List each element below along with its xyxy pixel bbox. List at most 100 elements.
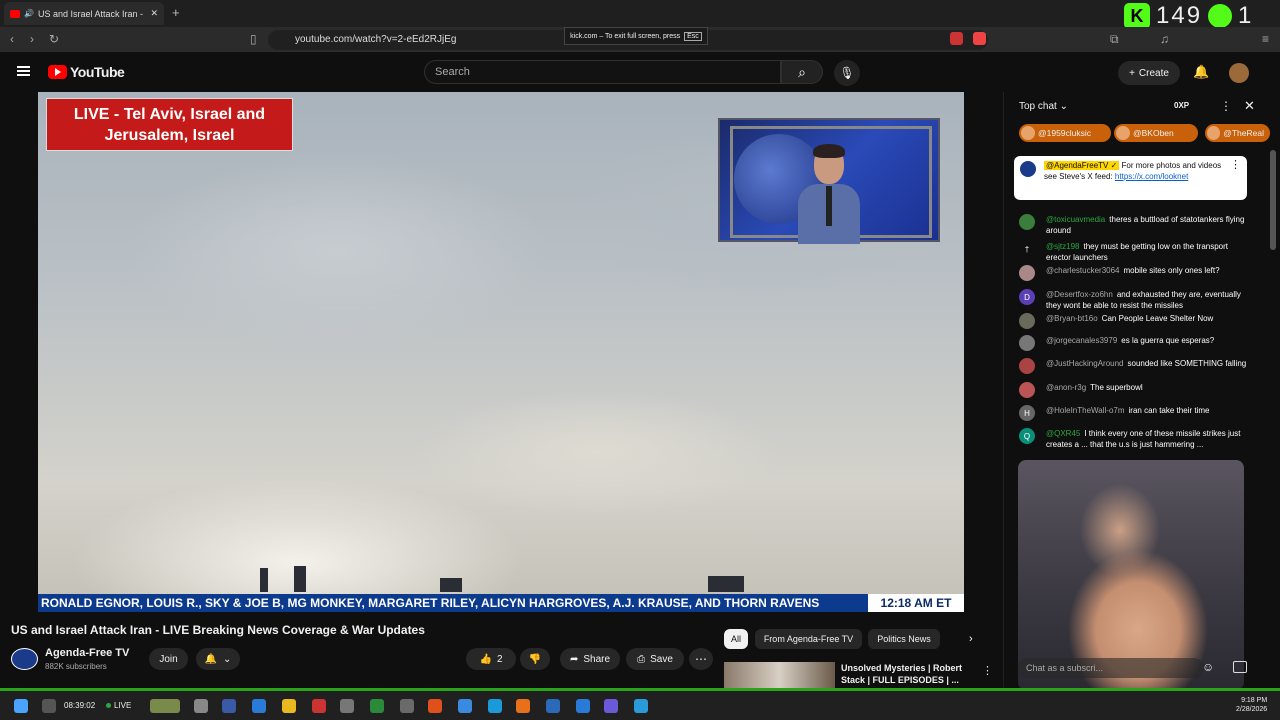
- skyline-building: [708, 576, 744, 592]
- recommendation-title[interactable]: Unsolved Mysteries | Robert Stack | FULL…: [841, 662, 969, 686]
- app-icon[interactable]: [370, 699, 384, 713]
- channel-name[interactable]: Agenda-Free TV: [45, 647, 129, 659]
- back-icon[interactable]: ‹: [10, 32, 14, 46]
- forward-icon[interactable]: ›: [30, 32, 34, 46]
- chat-author[interactable]: @HoleInTheWall-o7m: [1046, 406, 1125, 415]
- chat-author[interactable]: @jorgecanales3979: [1046, 336, 1117, 345]
- start-icon[interactable]: [14, 699, 28, 713]
- edge-icon[interactable]: [488, 699, 502, 713]
- badge-label: @TheReal: [1223, 128, 1264, 138]
- app-icon[interactable]: [312, 699, 326, 713]
- extensions-icon[interactable]: ⧉: [1110, 32, 1119, 47]
- badge-avatar: [1207, 126, 1221, 140]
- chip-politics-news[interactable]: Politics News: [868, 629, 940, 649]
- user-avatar[interactable]: [1229, 63, 1249, 83]
- chat-author-avatar: D: [1019, 289, 1035, 305]
- chat-author[interactable]: @Desertfox-zo6hn: [1046, 290, 1113, 299]
- save-label: Save: [650, 653, 673, 665]
- create-label: Create: [1138, 67, 1169, 79]
- chat-menu-icon[interactable]: ⋮: [1220, 99, 1232, 113]
- clock-time: 9:18 PM: [1241, 697, 1268, 704]
- video-title: US and Israel Attack Iran - LIVE Breakin…: [11, 623, 425, 637]
- chevron-right-icon[interactable]: ›: [969, 633, 973, 645]
- super-chat-icon[interactable]: [1233, 661, 1247, 673]
- chrome-icon[interactable]: [458, 699, 472, 713]
- chat-author[interactable]: @Bryan-bt16o: [1046, 314, 1098, 323]
- hamburger-menu-icon[interactable]: [17, 66, 30, 76]
- system-clock[interactable]: 9:18 PM 2/28/2026: [1236, 696, 1267, 714]
- vscode-icon[interactable]: [576, 699, 590, 713]
- voice-search-button[interactable]: 🎙: [834, 60, 860, 86]
- top-chat-dropdown[interactable]: Top chat ⌄: [1019, 101, 1068, 112]
- brave-icon[interactable]: [428, 699, 442, 713]
- chip-all[interactable]: All: [724, 629, 748, 649]
- reload-icon[interactable]: ↻: [49, 32, 59, 46]
- folder-icon[interactable]: [282, 699, 296, 713]
- share-icon: ➦: [569, 653, 579, 665]
- chat-author[interactable]: @anon-r3g: [1046, 383, 1086, 392]
- volume-icon[interactable]: [42, 699, 56, 713]
- emoji-icon[interactable]: ☺: [1202, 660, 1214, 674]
- discord-icon[interactable]: [604, 699, 618, 713]
- chat-author-avatar: [1019, 335, 1035, 351]
- xp-badge: 0XP: [1174, 101, 1190, 110]
- recommendation-menu-icon[interactable]: ⋮: [982, 664, 993, 677]
- pinned-link[interactable]: https://x.com/looknet: [1115, 172, 1188, 181]
- channel-avatar[interactable]: [11, 648, 38, 670]
- chat-author-avatar: [1019, 265, 1035, 281]
- app-icon[interactable]: [400, 699, 414, 713]
- notification-settings-button[interactable]: 🔔 ⌄: [196, 648, 240, 670]
- chat-scrollbar[interactable]: [1270, 150, 1276, 250]
- firefox-icon[interactable]: [516, 699, 530, 713]
- chat-author[interactable]: @sjtz198: [1046, 242, 1079, 251]
- app-icon[interactable]: [194, 699, 208, 713]
- pinned-menu-icon[interactable]: ⋮: [1230, 160, 1241, 171]
- like-button[interactable]: 👍 2: [466, 648, 516, 670]
- thumbs-up-icon: 👍: [479, 653, 492, 665]
- new-tab-icon[interactable]: +: [172, 5, 180, 20]
- chat-author-avatar: [1019, 358, 1035, 374]
- skyline-building: [260, 568, 268, 592]
- create-button[interactable]: + Create: [1118, 61, 1180, 85]
- save-button[interactable]: ⎙ Save: [626, 648, 684, 670]
- browser-tab[interactable]: 🔊 US and Israel Attack Iran - LIVE ✕: [4, 2, 164, 25]
- notifications-bell-icon[interactable]: 🔔: [1193, 64, 1209, 80]
- chat-author[interactable]: @charlestucker3064: [1046, 266, 1120, 275]
- app-thumbnail-icon[interactable]: [150, 699, 180, 713]
- like-count: 2: [496, 653, 503, 665]
- join-button[interactable]: Join: [149, 648, 188, 670]
- close-chat-icon[interactable]: ✕: [1244, 98, 1255, 114]
- chat-author-avatar: Q: [1019, 428, 1035, 444]
- brave-shield-icon[interactable]: [950, 32, 963, 45]
- app-icon[interactable]: [252, 699, 266, 713]
- telegram-icon[interactable]: [634, 699, 648, 713]
- chat-author[interactable]: @toxicuavmedia: [1046, 215, 1105, 224]
- chat-author[interactable]: @JustHackingAround: [1046, 359, 1124, 368]
- more-actions-button[interactable]: ⋯: [689, 648, 713, 670]
- search-input[interactable]: Search: [424, 60, 781, 84]
- chat-author-avatar: [1019, 382, 1035, 398]
- chat-message: @JustHackingAround sounded like SOMETHING…: [1046, 358, 1252, 369]
- menu-icon[interactable]: ≡: [1262, 32, 1269, 46]
- chat-input[interactable]: Chat as a subscri...: [1018, 658, 1204, 678]
- video-player[interactable]: LIVE - Tel Aviv, Israel and Jerusalem, I…: [38, 92, 964, 612]
- app-icon[interactable]: [222, 699, 236, 713]
- supporter-badge[interactable]: @TheReal: [1205, 124, 1270, 142]
- app-icon[interactable]: [546, 699, 560, 713]
- brave-rewards-icon[interactable]: [973, 32, 986, 45]
- search-button[interactable]: ⌕: [781, 60, 823, 84]
- chip-from-channel[interactable]: From Agenda-Free TV: [755, 629, 862, 649]
- save-icon: ⎙: [637, 653, 646, 665]
- supporter-badge[interactable]: @BKOben: [1114, 124, 1198, 142]
- share-button[interactable]: ➦ Share: [560, 648, 620, 670]
- supporter-badge[interactable]: @1959cluksic: [1019, 124, 1111, 142]
- youtube-logo[interactable]: YouTube: [48, 64, 125, 80]
- close-tab-icon[interactable]: ✕: [150, 8, 158, 19]
- pinned-message: @AgendaFreeTV ✓ For more photos and vide…: [1014, 156, 1247, 200]
- chat-author[interactable]: @QXR45: [1046, 429, 1080, 438]
- dislike-button[interactable]: 👎: [520, 648, 550, 670]
- bookmark-icon[interactable]: ▯: [250, 32, 257, 46]
- music-icon[interactable]: ♫: [1160, 32, 1169, 46]
- recommendation-thumbnail[interactable]: [724, 662, 835, 688]
- app-icon[interactable]: [340, 699, 354, 713]
